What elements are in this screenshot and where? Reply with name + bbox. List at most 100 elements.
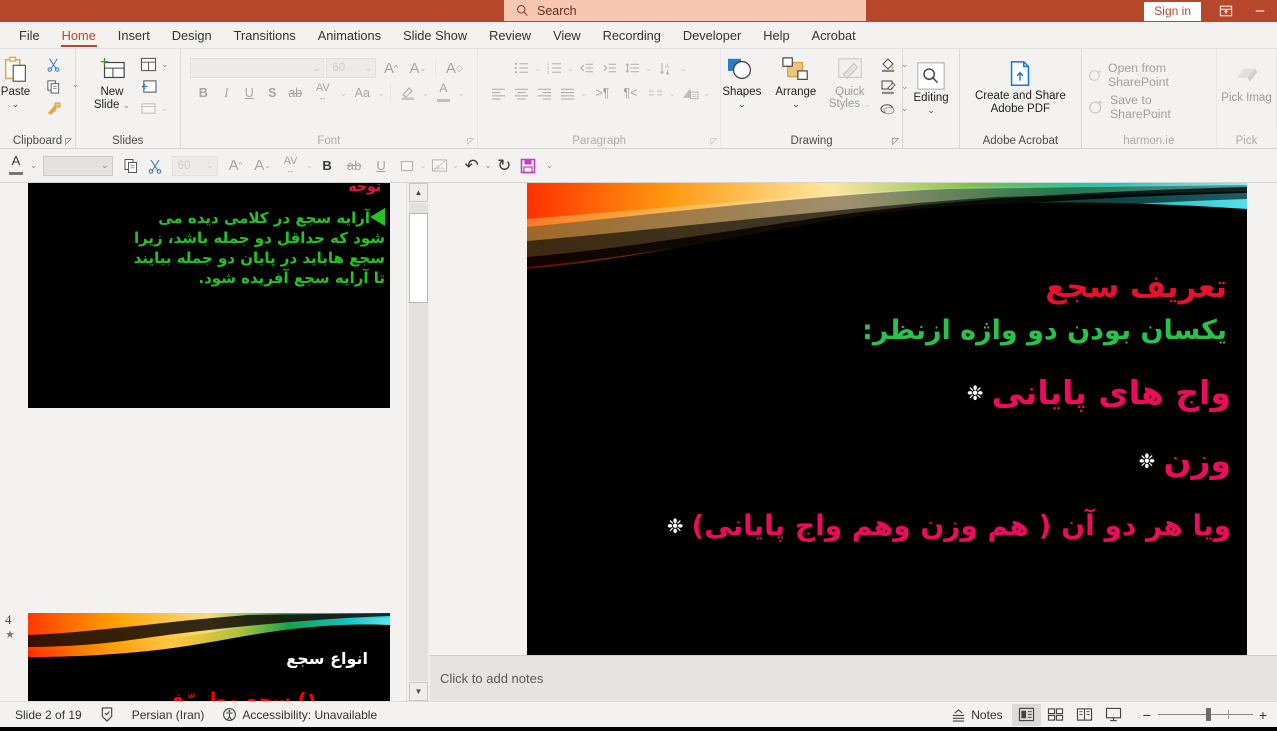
bold-button-2[interactable]: B bbox=[314, 154, 340, 178]
character-spacing-icon[interactable]: AV ↔ bbox=[308, 83, 338, 103]
rtl-icon[interactable]: ¶< bbox=[617, 83, 643, 103]
ribbon-display-options-icon[interactable] bbox=[1209, 0, 1243, 22]
undo-caret[interactable]: ⌄ bbox=[484, 160, 492, 171]
slide-thumbnail-pane[interactable]: توجه آرایه سجع در کلامی دیده می شود که ح… bbox=[0, 183, 406, 701]
cut-icon[interactable] bbox=[43, 54, 65, 75]
section-icon[interactable] bbox=[137, 98, 159, 119]
zoom-in-button[interactable]: + bbox=[1253, 707, 1273, 723]
font-name-combo-2[interactable]: ⌄ bbox=[42, 155, 113, 176]
redo-button[interactable]: ↻ bbox=[493, 154, 516, 178]
picture-button[interactable] bbox=[428, 154, 451, 178]
tab-recording[interactable]: Recording bbox=[592, 22, 672, 48]
highlight-caret[interactable]: ⌄ bbox=[422, 88, 430, 99]
copy-icon[interactable] bbox=[43, 76, 65, 97]
tab-file[interactable]: File bbox=[8, 22, 51, 48]
notes-button[interactable]: Notes bbox=[942, 704, 1011, 726]
bold-icon[interactable]: B bbox=[193, 83, 214, 103]
accessibility-status[interactable]: Accessibility: Unavailable bbox=[213, 704, 386, 726]
tab-help[interactable]: Help bbox=[752, 22, 800, 48]
font-size-combo-2[interactable]: 60 ⌄ bbox=[171, 155, 218, 176]
align-right-icon[interactable] bbox=[534, 83, 555, 103]
section-caret[interactable]: ⌄ bbox=[161, 103, 169, 114]
shapes-caret[interactable]: ⌄ bbox=[738, 100, 746, 109]
shrink-font-icon[interactable]: A ⌄ bbox=[405, 58, 430, 78]
layout-icon[interactable] bbox=[137, 54, 159, 75]
zoom-control[interactable]: − + bbox=[1136, 707, 1273, 723]
zoom-slider-track[interactable] bbox=[1157, 708, 1253, 721]
strikethrough-icon[interactable]: ab bbox=[285, 83, 306, 103]
view-normal-button[interactable] bbox=[1011, 703, 1041, 726]
justify-icon[interactable] bbox=[557, 83, 578, 103]
zoom-slider-handle[interactable] bbox=[1205, 708, 1211, 721]
shape-fill-icon[interactable] bbox=[877, 54, 899, 75]
arrange-button[interactable]: Arrange ⌄ bbox=[769, 52, 823, 109]
font-color-button[interactable]: A bbox=[3, 154, 29, 178]
character-spacing-caret-2[interactable]: ⌄ bbox=[306, 160, 314, 171]
tab-design[interactable]: Design bbox=[161, 22, 223, 48]
view-reading-button[interactable] bbox=[1070, 704, 1099, 726]
new-slide-button[interactable]: New Slide ⌄ bbox=[87, 52, 137, 112]
quick-styles-button[interactable]: Quick Styles ⌄ bbox=[823, 52, 877, 110]
slide-thumbnail-1[interactable]: توجه آرایه سجع در کلامی دیده می شود که ح… bbox=[28, 183, 390, 408]
character-spacing-button-2[interactable]: AV ↔ bbox=[277, 154, 305, 178]
paragraph-dialog-launcher[interactable]: ◸ bbox=[710, 136, 717, 147]
highlight-icon[interactable] bbox=[396, 83, 420, 103]
zoom-out-button[interactable]: − bbox=[1136, 707, 1158, 723]
smartart-icon[interactable] bbox=[680, 83, 701, 103]
font-dialog-launcher[interactable]: ◸ bbox=[467, 136, 474, 147]
columns-icon[interactable] bbox=[645, 83, 666, 103]
shape-fill-caret-2[interactable]: ⌄ bbox=[419, 160, 427, 171]
slide-thumbnail-4[interactable]: انواع سجع ۱) سجع مطــرّف ۲) سجع متوازن ۳… bbox=[28, 613, 390, 701]
tab-insert[interactable]: Insert bbox=[107, 22, 161, 48]
shrink-font-button-2[interactable]: A ⌄ bbox=[250, 154, 276, 178]
clear-formatting-icon[interactable]: A ◇ bbox=[441, 58, 467, 78]
tab-animations[interactable]: Animations bbox=[307, 22, 392, 48]
pick-image-button[interactable]: Pick Imag bbox=[1218, 58, 1274, 105]
strikethrough-button-2[interactable]: ab bbox=[341, 154, 367, 178]
font-name-combo[interactable]: ⌄ bbox=[190, 58, 325, 78]
tab-review[interactable]: Review bbox=[478, 22, 542, 48]
italic-icon[interactable]: I bbox=[216, 83, 237, 103]
slide-subtitle[interactable]: یکسان بودن دو واژه ازنظر: bbox=[862, 315, 1227, 346]
justify-caret[interactable]: ⌄ bbox=[580, 88, 588, 99]
view-slide-show-button[interactable] bbox=[1099, 704, 1128, 726]
minimize-button[interactable] bbox=[1243, 0, 1277, 22]
accessibility-check-icon[interactable] bbox=[91, 704, 123, 726]
smartart-caret[interactable]: ⌄ bbox=[703, 88, 711, 99]
font-color-icon[interactable]: A bbox=[431, 82, 455, 103]
scroll-down-arrow[interactable]: ▼ bbox=[409, 682, 428, 701]
language-indicator[interactable]: Persian (Iran) bbox=[123, 704, 214, 726]
current-slide[interactable]: تعریف سجع یکسان بودن دو واژه ازنظر: واج … bbox=[527, 183, 1247, 657]
text-direction-caret[interactable]: ⌄ bbox=[680, 63, 688, 74]
tab-slide-show[interactable]: Slide Show bbox=[392, 22, 478, 48]
increase-indent-icon[interactable] bbox=[599, 58, 620, 78]
tab-view[interactable]: View bbox=[542, 22, 592, 48]
scrollbar-thumb[interactable] bbox=[409, 213, 428, 303]
search-input[interactable]: Search bbox=[504, 0, 866, 21]
editing-caret[interactable]: ⌄ bbox=[927, 106, 935, 115]
shape-outline-icon[interactable] bbox=[877, 76, 899, 97]
numbering-caret[interactable]: ⌄ bbox=[567, 63, 575, 74]
open-from-sharepoint-button[interactable]: Open from SharePoint bbox=[1086, 61, 1212, 89]
change-case-icon[interactable]: Aa bbox=[349, 83, 375, 103]
scroll-up-arrow[interactable]: ▲ bbox=[409, 183, 428, 202]
font-size-combo[interactable]: 60 ⌄ bbox=[326, 58, 377, 78]
underline-button-2[interactable]: U bbox=[368, 154, 394, 178]
save-button[interactable] bbox=[517, 154, 540, 178]
paste-button[interactable]: Paste ⌄ bbox=[0, 52, 43, 109]
shape-fill-button-2[interactable] bbox=[395, 154, 418, 178]
line-spacing-icon[interactable] bbox=[622, 58, 643, 78]
tab-acrobat[interactable]: Acrobat bbox=[801, 22, 867, 48]
create-share-adobe-pdf-button[interactable]: Create and Share Adobe PDF bbox=[965, 56, 1075, 116]
editing-button[interactable]: Editing ⌄ bbox=[905, 58, 957, 115]
columns-caret[interactable]: ⌄ bbox=[668, 88, 676, 99]
text-shadow-icon[interactable]: S bbox=[262, 83, 283, 103]
decrease-indent-icon[interactable] bbox=[576, 58, 597, 78]
font-color-caret-2[interactable]: ⌄ bbox=[30, 160, 38, 171]
cut-button-2[interactable] bbox=[144, 154, 167, 178]
drawing-dialog-launcher[interactable]: ◸ bbox=[892, 136, 899, 147]
notes-pane[interactable]: Click to add notes bbox=[430, 655, 1277, 701]
slide-bullet-1[interactable]: واج های پایانی ❉ bbox=[967, 373, 1231, 412]
format-painter-icon[interactable] bbox=[43, 98, 65, 119]
toolbar-overflow-caret[interactable]: ⌄ bbox=[546, 160, 554, 171]
